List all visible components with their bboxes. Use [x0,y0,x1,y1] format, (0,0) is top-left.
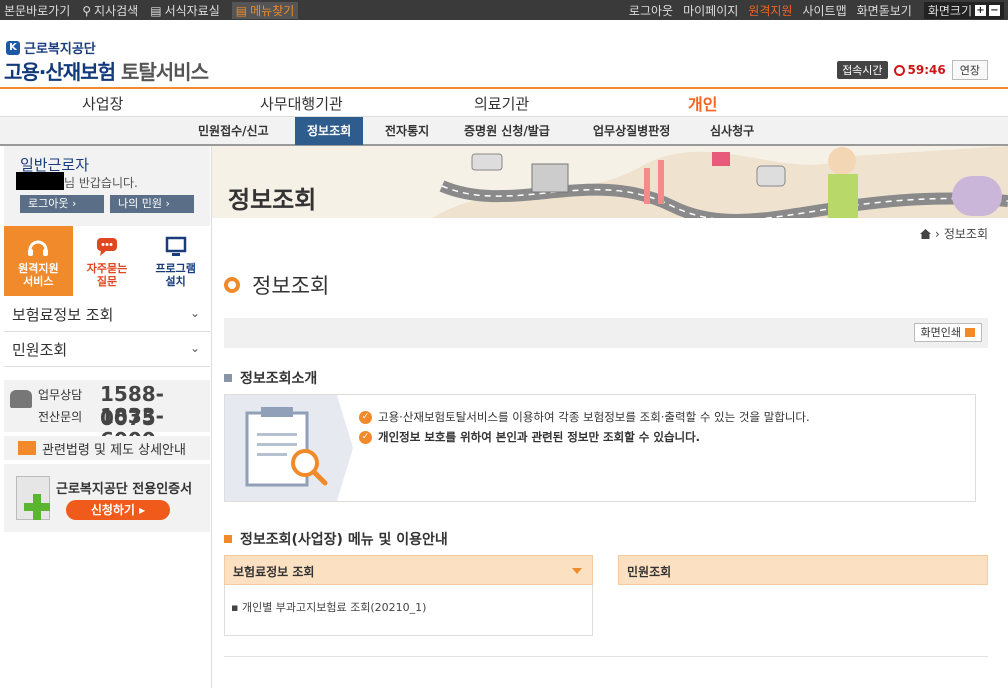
intro-line: ✓ 고용·산재보험토탈서비스를 이용하여 각종 보험정보를 조회·출력할 수 있… [359,407,810,427]
menu-civil-inquiry[interactable]: 민원조회 [618,555,988,585]
certificate-banner: 근로복지공단 전용인증서 신청하기 ▸ [4,464,210,532]
font-size-control: 화면크기 + − [923,2,1004,19]
print-button[interactable]: 화면인쇄 [913,323,982,342]
accordion-premium-info[interactable]: 보험료정보 조회 ⌄ [4,298,210,332]
square-icon [224,374,232,382]
chevron-down-icon: ⌄ [189,341,200,355]
forms-library-link[interactable]: ▤ 서식자료실 [150,2,220,19]
dropdown-arrow-icon [572,568,582,574]
tab-individual[interactable]: 개인 [688,91,717,115]
book-icon [18,441,36,455]
sub-nav: 민원접수/신고 정보조회 전자통지 증명원 신청/발급 업무상질병판정 심사청구 [0,117,1008,146]
main-nav: 사업장 사무대행기관 의료기관 개인 [0,87,1008,117]
print-bar: 화면인쇄 [224,318,988,348]
subnav-disease-decision[interactable]: 업무상질병판정 [581,117,682,145]
subnav-info-inquiry[interactable]: 정보조회 [295,117,364,145]
remote-support-button[interactable]: 원격지원 서비스 [4,226,73,296]
logout-link[interactable]: 로그아웃 [629,2,673,19]
branch-search-link[interactable]: ⚲ 지사검색 [82,2,138,19]
subnav-review-request[interactable]: 심사청구 [698,117,766,145]
tab-medical[interactable]: 의료기관 [474,93,529,114]
section-title-menu: 정보조회(사업장) 메뉴 및 이용안내 [224,529,448,549]
sitemap-link[interactable]: 사이트맵 [802,2,846,19]
monitor-icon [165,236,186,256]
masked-name [16,172,64,190]
faq-button[interactable]: 자주묻는 질문 [73,226,142,296]
person-icon: ⚲ [82,3,92,18]
my-civil-button[interactable]: 나의 민원 › [110,195,194,213]
session-timer: 접속시간 59:46 연장 [837,60,988,80]
tab-agency[interactable]: 사무대행기관 [260,93,343,114]
printer-icon [965,328,975,337]
intro-box: ✓ 고용·산재보험토탈서비스를 이용하여 각종 보험정보를 조회·출력할 수 있… [224,394,976,502]
list-item[interactable]: ▪ 개인별 부과고지보험료 조회(20210_1) [231,601,426,614]
plus-icon [24,494,50,520]
menu-find-link[interactable]: ▤ 메뉴찾기 [231,2,299,19]
breadcrumb: › 정보조회 [920,225,988,242]
home-icon[interactable] [920,228,932,239]
tab-business[interactable]: 사업장 [82,93,123,114]
banner-illustration [432,146,1008,218]
section-title-intro: 정보조회소개 [224,368,317,388]
subnav-certificate[interactable]: 증명원 신청/발급 [452,117,562,145]
program-install-button[interactable]: 프로그램 설치 [141,226,210,296]
greeting: 님 반갑습니다. [64,176,138,190]
chat-icon [97,238,117,256]
user-box: 일반근로자 님 반갑습니다. 로그아웃 › 나의 민원 › [4,146,210,226]
page-title: 정보조회 [224,270,329,300]
divider [224,656,988,657]
headset-icon [28,240,49,256]
left-sidebar: 일반근로자 님 반갑습니다. 로그아웃 › 나의 민원 › 원격지원 서비스 자주… [0,146,212,688]
clipboard-search-icon [225,395,353,501]
font-decrease-button[interactable]: − [989,5,1000,16]
site-header: K 근로복지공단 고용·산재보험 토탈서비스 접속시간 59:46 연장 [0,20,1008,88]
service-logo[interactable]: 고용·산재보험 토탈서비스 [4,56,209,85]
chevron-down-icon: ⌄ [189,306,200,320]
skip-to-content-link[interactable]: 본문바로가기 [4,2,70,19]
square-icon [224,535,232,543]
quick-menu: 원격지원 서비스 자주묻는 질문 프로그램 설치 [4,226,210,296]
org-logo[interactable]: K 근로복지공단 [6,38,96,57]
utility-bar: 본문바로가기 ⚲ 지사검색 ▤ 서식자료실 ▤ 메뉴찾기 로그아웃 마이페이지 원격지… [0,0,1008,20]
logout-button[interactable]: 로그아웃 › [20,195,104,213]
circle-icon [224,277,240,293]
contact-box: 업무상담 1588-0075 전산문의 1833-6000 [4,380,210,452]
font-increase-button[interactable]: + [975,5,986,16]
subnav-e-notice[interactable]: 전자통지 [373,117,441,145]
menu-premium-info[interactable]: 보험료정보 조회 [224,555,593,585]
subnav-civil-application[interactable]: 민원접수/신고 [186,117,281,145]
clock-icon [893,64,905,76]
mypage-link[interactable]: 마이페이지 [683,2,738,19]
document-icon: ▤ [150,3,162,18]
extend-session-button[interactable]: 연장 [951,60,988,80]
phone-icon [10,390,32,408]
remote-support-link[interactable]: 원격지원 [748,2,792,19]
magnifier-link[interactable]: 화면돋보기 [857,2,912,19]
document-icon: ▤ [235,3,248,18]
check-icon: ✓ [359,410,372,424]
intro-line: ✓ 개인정보 보호를 위하여 본인과 관련된 정보만 조회할 수 있습니다. [359,427,810,447]
accordion-civil-inquiry[interactable]: 민원조회 ⌄ [4,333,210,367]
logo-icon: K [6,40,20,55]
premium-info-list: ▪ 개인별 부과고지보험료 조회(20210_1) [224,585,593,636]
laws-link[interactable]: 관련법령 및 제도 상세안내 [4,436,210,460]
banner-title: 정보조회 [228,186,317,214]
check-icon: ✓ [359,430,372,444]
page-banner: 정보조회 [212,146,1008,218]
cert-apply-button[interactable]: 신청하기 ▸ [66,500,170,520]
